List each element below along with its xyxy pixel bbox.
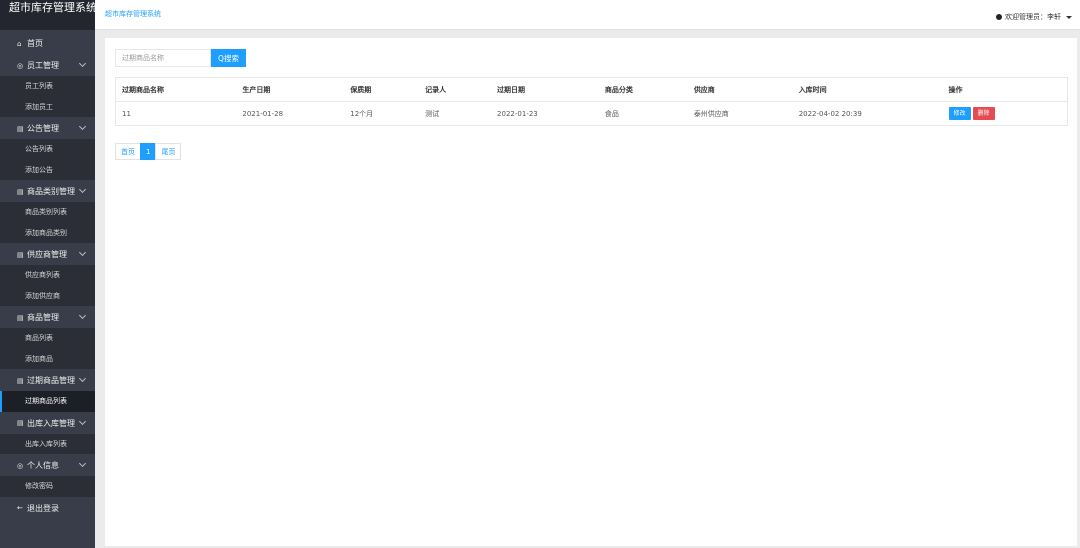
table-row: 11 2021-01-28 12个月 测试 2022-01-23 食品 泰州供应商 2022-… xyxy=(115,101,1068,126)
search-button[interactable]: Q搜索 xyxy=(211,49,246,67)
table-cell: 2022-04-02 20:39 xyxy=(792,101,943,126)
actions-cell: 修改 删除 xyxy=(942,101,1068,126)
sidebar-group-1[interactable]: ◎ 员工管理 xyxy=(0,55,95,76)
chevron-down-icon[interactable] xyxy=(78,248,87,257)
sidebar-group-4[interactable]: ▤ 供应商管理 xyxy=(0,244,95,265)
user-avatar-icon xyxy=(996,14,1002,20)
column-header: 商品分类 xyxy=(598,77,688,102)
chevron-down-icon[interactable] xyxy=(78,417,87,425)
pager-current[interactable]: 1 xyxy=(140,143,157,160)
sidebar-group-label: 出库入库管理 xyxy=(27,418,75,428)
user-menu[interactable]: 欢迎管理员：李轩 xyxy=(996,12,1072,22)
sidebar-group-label: 员工管理 xyxy=(27,61,59,70)
sidebar-group-label: 商品类别管理 xyxy=(27,187,75,196)
sidebar-item[interactable]: 添加商品 xyxy=(0,348,95,369)
sidebar: 超市库存管理系统 ⌂ 首页 ◎ 员工管理 员工列表 添加员工 ▤ 公告管理 公告列表 添加公告 ▤ 商… xyxy=(0,0,95,548)
sidebar-group-label: 退出登录 xyxy=(27,503,59,513)
column-header: 生产日期 xyxy=(236,77,345,102)
sidebar-group-icon: ▤ xyxy=(17,124,24,133)
table-cell: 食品 xyxy=(598,101,688,126)
sidebar-item[interactable]: 商品类别列表 xyxy=(0,202,95,223)
sidebar-group-icon: ▤ xyxy=(17,187,24,196)
sidebar-item[interactable]: 出库入库列表 xyxy=(0,433,95,454)
sidebar-item[interactable]: 添加商品类别 xyxy=(0,222,95,243)
app-title: 超市库存管理系统 xyxy=(0,0,95,30)
search-button-label: Q搜索 xyxy=(218,53,239,63)
table-cell: 2021-01-28 xyxy=(236,101,345,126)
chevron-down-icon[interactable] xyxy=(78,459,87,468)
table-cell: 2022-01-23 xyxy=(491,101,599,126)
column-header: 记录人 xyxy=(419,77,492,102)
column-header: 过期日期 xyxy=(491,77,599,102)
sidebar-group-icon: ◎ xyxy=(17,461,24,470)
sidebar-group-icon: ← xyxy=(17,504,23,512)
sidebar-group-icon: ▤ xyxy=(17,250,24,259)
sidebar-group-2[interactable]: ▤ 公告管理 xyxy=(0,118,95,139)
sidebar-group-3[interactable]: ▤ 商品类别管理 xyxy=(0,181,95,202)
top-header: 超市库存管理系统 欢迎管理员：李轩 xyxy=(95,0,1080,30)
sidebar-group-7[interactable]: ▤ 出库入库管理 xyxy=(0,413,95,434)
sidebar-item[interactable]: 添加供应商 xyxy=(0,285,95,306)
column-header: 过期商品名称 xyxy=(115,77,237,102)
sidebar-group-label: 个人信息 xyxy=(27,461,59,470)
pager-last[interactable]: 尾页 xyxy=(155,143,182,160)
breadcrumb[interactable]: 超市库存管理系统 xyxy=(105,9,161,19)
caret-down-icon xyxy=(1066,15,1072,19)
table-header-row: 过期商品名称 生产日期 保质期 记录人 过期日期 商品分类 供应商 入库时间 操作 xyxy=(115,77,1068,102)
sidebar-item[interactable]: 过期商品列表 xyxy=(0,391,95,412)
chevron-down-icon[interactable] xyxy=(78,374,87,383)
sidebar-group-0[interactable]: ⌂ 首页 xyxy=(0,33,95,54)
pagination: 首页 1 尾页 xyxy=(115,143,182,160)
edit-button[interactable]: 修改 xyxy=(948,107,971,120)
sidebar-group-6[interactable]: ▤ 过期商品管理 xyxy=(0,370,95,391)
sidebar-group-label: 供应商管理 xyxy=(27,250,67,259)
sidebar-group-label: 过期商品管理 xyxy=(27,376,75,385)
sidebar-group-label: 公告管理 xyxy=(27,124,59,133)
sidebar-group-label: 商品管理 xyxy=(27,313,59,322)
sidebar-group-icon: ▤ xyxy=(17,419,24,427)
pager-first[interactable]: 首页 xyxy=(115,143,141,160)
sidebar-group-8[interactable]: ◎ 个人信息 xyxy=(0,455,95,476)
sidebar-item[interactable]: 修改密码 xyxy=(0,476,95,497)
sidebar-nav: ⌂ 首页 ◎ 员工管理 员工列表 添加员工 ▤ 公告管理 公告列表 添加公告 ▤ 商品类别管理 商品类别… xyxy=(0,30,95,519)
sidebar-group-icon: ▤ xyxy=(17,313,24,322)
column-header: 入库时间 xyxy=(792,77,943,102)
sidebar-item[interactable]: 员工列表 xyxy=(0,76,95,97)
sidebar-group-5[interactable]: ▤ 商品管理 xyxy=(0,307,95,328)
table-cell: 泰州供应商 xyxy=(687,101,793,126)
table-body: 11 2021-01-28 12个月 测试 2022-01-23 食品 泰州供应商 2022-… xyxy=(115,101,1068,126)
expired-goods-table: 过期商品名称 生产日期 保质期 记录人 过期日期 商品分类 供应商 入库时间 操作 11 2021… xyxy=(115,77,1068,126)
sidebar-item[interactable]: 商品列表 xyxy=(0,328,95,349)
delete-button[interactable]: 删除 xyxy=(972,107,995,120)
sidebar-group-icon: ⌂ xyxy=(17,39,22,48)
sidebar-item[interactable]: 添加员工 xyxy=(0,96,95,117)
search-input[interactable] xyxy=(115,49,211,67)
main-panel: Q搜索 过期商品名称生产日期保质期记录人过期日期商品分类供应商入库时间操作 11… xyxy=(105,38,1077,546)
sidebar-group-icon: ◎ xyxy=(17,61,24,70)
column-header: 保质期 xyxy=(344,77,420,102)
sidebar-group-label: 首页 xyxy=(27,39,43,48)
column-header: 操作 xyxy=(942,77,1068,102)
chevron-down-icon[interactable] xyxy=(78,59,87,68)
sidebar-item[interactable]: 供应商列表 xyxy=(0,265,95,286)
sidebar-item[interactable]: 添加公告 xyxy=(0,159,95,180)
sidebar-item[interactable]: 公告列表 xyxy=(0,139,95,160)
column-header: 供应商 xyxy=(687,77,793,102)
user-greeting: 欢迎管理员：李轩 xyxy=(1005,13,1061,21)
chevron-down-icon[interactable] xyxy=(78,311,87,320)
chevron-down-icon[interactable] xyxy=(78,185,87,194)
table-cell: 11 xyxy=(115,101,237,126)
chevron-down-icon[interactable] xyxy=(78,122,87,131)
table-cell: 测试 xyxy=(419,101,492,126)
table-cell: 12个月 xyxy=(344,101,420,126)
sidebar-group-9[interactable]: ← 退出登录 xyxy=(0,498,95,519)
search-bar: Q搜索 xyxy=(115,49,246,67)
sidebar-group-icon: ▤ xyxy=(17,376,24,385)
